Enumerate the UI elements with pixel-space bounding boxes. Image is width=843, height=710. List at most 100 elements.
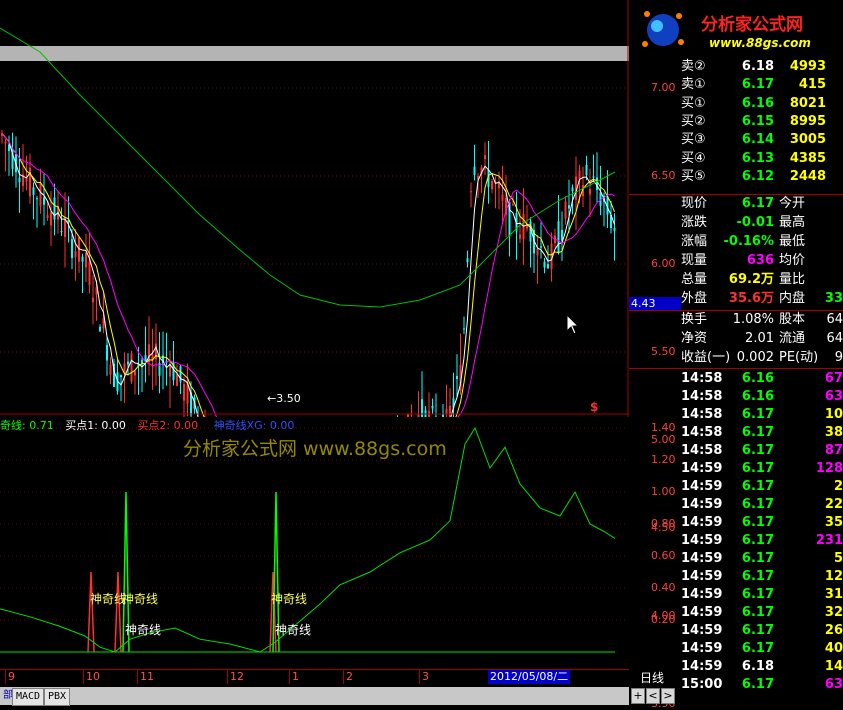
candle-body: [130, 353, 133, 382]
tick-price: 6.17: [741, 677, 774, 692]
candle-body: [543, 261, 546, 268]
x-tick-mark: [419, 670, 420, 684]
order-volume: 2448: [789, 168, 826, 184]
tick-volume: 35: [824, 515, 843, 530]
candle-body: [519, 234, 521, 239]
bottom-tab-bar: [0, 687, 629, 705]
x-tick-mark: [83, 670, 84, 684]
watermark: 分析家公式网 www.88gs.com: [183, 438, 447, 460]
candle-body: [46, 215, 49, 219]
tick-time: 14:59: [681, 623, 723, 638]
tick-price: 6.17: [741, 623, 774, 638]
quote-value: -0.01: [736, 215, 774, 230]
candle-body: [557, 221, 560, 253]
quote-key-2: 量比: [779, 272, 806, 287]
candle-body: [512, 204, 514, 206]
order-volume: 4993: [789, 59, 826, 74]
order-book-row: 买③ 6.14 3005: [629, 131, 843, 149]
quote-value: 6.17: [741, 196, 774, 211]
signal-spike: [114, 571, 122, 653]
candle-body: [50, 212, 52, 226]
candle-body: [466, 258, 469, 263]
date-cursor: 2012/05/08/二: [488, 670, 571, 684]
tick-price: 6.17: [741, 551, 774, 566]
tick-volume: 63: [824, 677, 843, 692]
quote-key-2: 均价: [779, 253, 806, 268]
candle-body: [445, 408, 448, 415]
candle-body: [60, 230, 63, 232]
candle-body: [473, 166, 476, 175]
order-book-row: 卖② 6.18 4993: [629, 58, 843, 76]
fundamental-value: 1.08%: [732, 312, 774, 327]
tick-price: 6.17: [741, 443, 774, 458]
candle-body: [81, 256, 84, 262]
quote-value: 35.6万: [728, 291, 774, 306]
tick-price: 6.17: [741, 497, 774, 512]
candle-body: [571, 187, 574, 192]
tick-time: 14:59: [681, 479, 723, 494]
candle-body: [463, 328, 465, 330]
order-volume: 8995: [789, 113, 826, 129]
candle-body: [540, 246, 542, 248]
tick-row: 14:58 6.17 87: [629, 442, 843, 460]
order-label: 买①: [681, 95, 706, 111]
candle-body: [526, 226, 528, 229]
tab-pbx[interactable]: PBX: [44, 688, 71, 706]
tick-time: 14:58: [681, 407, 723, 422]
tick-time: 14:59: [681, 569, 723, 584]
order-book-row: 买② 6.15 8995: [629, 113, 843, 131]
order-book-row: 卖① 6.17 415: [629, 76, 843, 94]
tick-time: 14:58: [681, 371, 723, 386]
tick-row: 14:58 6.17 10: [629, 406, 843, 424]
candle-body: [88, 261, 91, 286]
candle-body: [134, 371, 136, 376]
fundamental-key: 换手: [681, 312, 708, 327]
candlestick-chart[interactable]: [0, 0, 629, 417]
tick-time: 14:59: [681, 551, 723, 566]
tab-macd[interactable]: MACD: [12, 688, 45, 706]
order-volume: 4385: [789, 150, 826, 166]
candle-body: [120, 374, 122, 378]
fundamental-row: 换手 1.08% 股本 64: [629, 311, 843, 329]
tick-row: 14:59 6.17 2: [629, 478, 843, 496]
tick-volume: 22: [824, 497, 843, 512]
quote-key: 总量: [681, 272, 708, 287]
tick-row: 14:58 6.17 38: [629, 424, 843, 442]
quote-key: 涨幅: [681, 234, 708, 249]
tick-time: 14:58: [681, 389, 723, 404]
tick-price: 6.17: [741, 407, 774, 422]
tick-price: 6.17: [741, 587, 774, 602]
x-tick-label: 3: [422, 670, 429, 683]
quote-key: 现量: [681, 253, 708, 268]
candle-body: [127, 361, 129, 365]
fundamental-row: 净资 2.01 流通 64: [629, 330, 843, 348]
fundamental-value: 0.002: [736, 350, 774, 365]
quote-key-2: 内盘: [779, 291, 806, 306]
candle-body: [92, 297, 94, 303]
quote-key: 现价: [681, 196, 708, 211]
order-price: 6.17: [741, 77, 774, 93]
tick-row: 14:59 6.17 231: [629, 532, 843, 550]
tick-volume: 2: [833, 479, 843, 494]
tick-volume: 14: [824, 659, 843, 674]
quote-row: 外盘 35.6万 内盘 33: [629, 290, 843, 308]
signal-label-3: 神奇线: [125, 623, 162, 637]
fundamental-key: 净资: [681, 331, 708, 346]
tick-time: 14:59: [681, 641, 723, 656]
candle-body: [179, 366, 182, 382]
tick-row: 14:59 6.17 32: [629, 604, 843, 622]
tick-time: 14:58: [681, 425, 723, 440]
candle-body: [484, 155, 486, 160]
tick-price: 6.16: [741, 389, 774, 404]
tick-row: 14:59 6.18 14: [629, 658, 843, 676]
quote-row: 总量 69.2万 量比: [629, 271, 843, 289]
signal-label-5: 神奇线: [275, 623, 312, 637]
quote-key: 外盘: [681, 291, 708, 306]
candle-body: [99, 326, 101, 332]
tick-price: 6.16: [741, 371, 774, 386]
tick-time: 14:58: [681, 443, 723, 458]
quote-value-2: 33: [824, 291, 843, 306]
tick-volume: 38: [824, 425, 843, 440]
candle-body: [109, 364, 112, 375]
candle-body: [568, 205, 570, 209]
